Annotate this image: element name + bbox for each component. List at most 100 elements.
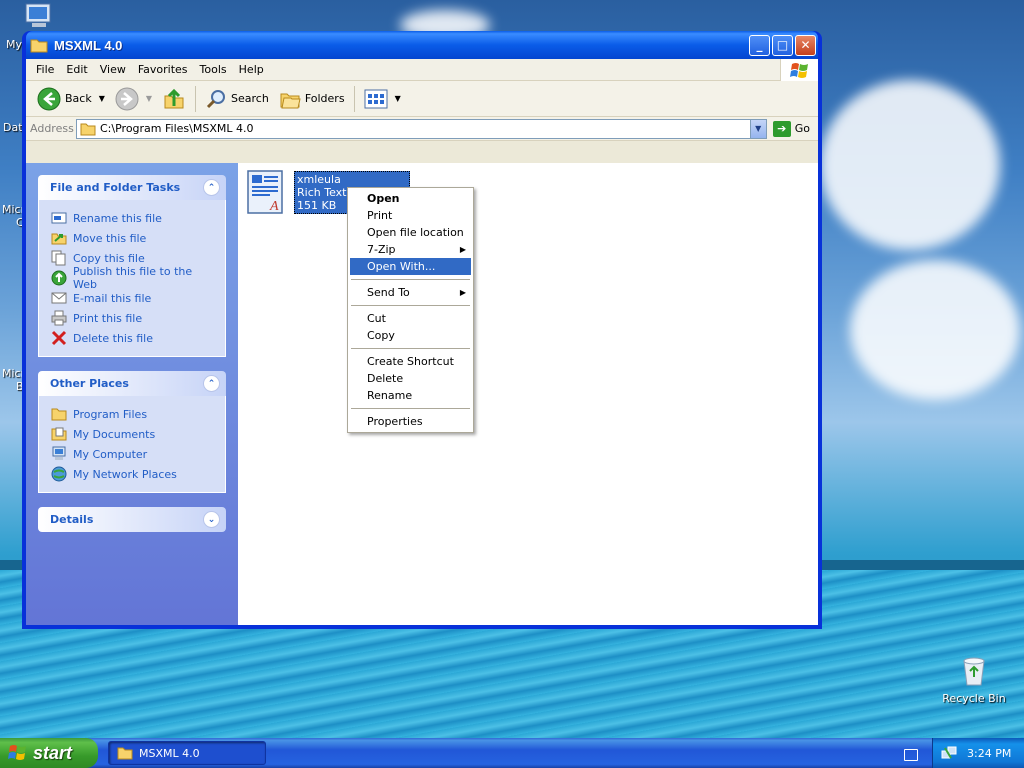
close-icon: ✕ — [800, 38, 811, 52]
forward-button[interactable]: ▼ — [110, 87, 157, 111]
menu-tools[interactable]: Tools — [194, 63, 233, 76]
minimize-button[interactable]: _ — [749, 34, 770, 56]
ctx-send-to[interactable]: Send To ▶ — [350, 284, 471, 301]
ctx-print[interactable]: Print — [350, 207, 471, 224]
address-value: C:\Program Files\MSXML 4.0 — [100, 122, 254, 135]
task-rename-file[interactable]: Rename this file — [51, 208, 215, 228]
folders-button[interactable]: Folders — [274, 88, 350, 110]
other-places-header[interactable]: Other Places ⌃ — [38, 371, 226, 396]
submenu-arrow-icon: ▶ — [459, 245, 466, 254]
move-icon — [51, 233, 67, 245]
place-program-files[interactable]: Program Files — [51, 404, 215, 424]
place-label: My Computer — [73, 447, 148, 461]
keyboard-icon[interactable] — [904, 749, 918, 761]
menu-file[interactable]: File — [30, 63, 60, 76]
recycle-bin-icon — [963, 657, 985, 686]
place-label: Program Files — [73, 407, 148, 421]
search-button[interactable]: Search — [200, 88, 274, 110]
go-button[interactable]: ➔ Go — [767, 120, 818, 137]
address-label: Address — [30, 122, 74, 135]
close-button[interactable]: ✕ — [795, 34, 816, 56]
place-label: My Network Places — [73, 467, 177, 481]
file-folder-tasks-header[interactable]: File and Folder Tasks ⌃ — [38, 175, 226, 200]
ctx-open-with[interactable]: Open With... — [350, 258, 471, 275]
collapse-chevron-icon[interactable]: ⌃ — [203, 179, 220, 196]
ctx-cut[interactable]: Cut — [350, 310, 471, 327]
up-button[interactable] — [157, 87, 191, 111]
network-tray-icon[interactable] — [941, 745, 957, 761]
address-dropdown-button[interactable]: ▼ — [749, 119, 766, 138]
folder-icon — [80, 123, 96, 135]
back-arrow-icon — [37, 87, 61, 110]
details-header[interactable]: Details ⌄ — [38, 507, 226, 532]
recycle-bin-label: Recycle Bin — [942, 692, 1006, 705]
desktop-icon-my-computer[interactable] — [22, 2, 56, 30]
details-panel: Details ⌄ — [38, 507, 226, 532]
desktop-label-1: My — [6, 38, 23, 51]
folder-up-icon — [164, 88, 184, 108]
menu-favorites[interactable]: Favorites — [132, 63, 194, 76]
ctx-properties[interactable]: Properties — [350, 413, 471, 430]
back-dropdown-icon[interactable]: ▼ — [99, 94, 105, 103]
file-folder-tasks-panel: File and Folder Tasks ⌃ Rename this file… — [38, 175, 226, 357]
menu-view[interactable]: View — [94, 63, 132, 76]
task-email-file[interactable]: E-mail this file — [51, 288, 215, 308]
other-places-panel: Other Places ⌃ Program Files My Document… — [38, 371, 226, 493]
maximize-button[interactable]: □ — [772, 34, 793, 56]
file-name: xmleula — [297, 173, 341, 186]
other-places-title: Other Places — [50, 377, 129, 390]
back-button[interactable]: Back ▼ — [32, 87, 110, 111]
address-bar: Address C:\Program Files\MSXML 4.0 ▼ ➔ G… — [26, 117, 818, 141]
place-label: My Documents — [73, 427, 156, 441]
my-documents-icon — [51, 427, 67, 441]
forward-dropdown-icon: ▼ — [145, 94, 153, 103]
place-my-computer[interactable]: My Computer — [51, 444, 215, 464]
task-move-file[interactable]: Move this file — [51, 228, 215, 248]
ctx-copy[interactable]: Copy — [350, 327, 471, 344]
start-button[interactable]: start — [0, 738, 98, 768]
ctx-open[interactable]: Open — [350, 190, 471, 207]
task-label: Move this file — [73, 231, 147, 245]
task-print-file[interactable]: Print this file — [51, 308, 215, 328]
network-places-icon — [51, 466, 67, 482]
search-icon — [206, 89, 226, 108]
print-icon — [51, 310, 67, 326]
desktop-icon-recycle-bin[interactable]: Recycle Bin — [939, 655, 1009, 705]
publish-web-icon — [51, 270, 67, 286]
menu-help[interactable]: Help — [233, 63, 270, 76]
taskbar-item-msxml[interactable]: MSXML 4.0 — [108, 741, 266, 765]
system-tray: 3:24 PM — [932, 738, 1024, 768]
menu-edit[interactable]: Edit — [60, 63, 93, 76]
toolbar-separator — [353, 85, 355, 112]
ctx-rename[interactable]: Rename — [350, 387, 471, 404]
ctx-open-file-location[interactable]: Open file location — [350, 224, 471, 241]
standard-toolbar: Back ▼ ▼ Search Folders ▼ — [26, 81, 818, 117]
task-label: Publish this file to the Web — [73, 265, 193, 291]
forward-arrow-icon — [115, 87, 139, 110]
delete-icon — [51, 330, 67, 346]
task-label: Copy this file — [73, 251, 145, 265]
window-titlebar[interactable]: MSXML 4.0 _ □ ✕ — [26, 31, 818, 59]
ctx-delete[interactable]: Delete — [350, 370, 471, 387]
menu-separator — [351, 279, 470, 280]
collapse-chevron-icon[interactable]: ⌃ — [203, 375, 220, 392]
file-list[interactable]: A xmleula Rich Text Document 151 KB — [238, 163, 818, 625]
views-dropdown-icon[interactable]: ▼ — [395, 94, 401, 103]
ctx-create-shortcut[interactable]: Create Shortcut — [350, 353, 471, 370]
back-label: Back — [65, 92, 92, 105]
file-folder-tasks-body: Rename this file Move this file Copy thi… — [38, 200, 226, 357]
address-input[interactable]: C:\Program Files\MSXML 4.0 ▼ — [76, 118, 767, 139]
expand-chevron-icon[interactable]: ⌄ — [203, 511, 220, 528]
ctx-7zip[interactable]: 7-Zip ▶ — [350, 241, 471, 258]
task-delete-file[interactable]: Delete this file — [51, 328, 215, 348]
views-button[interactable]: ▼ — [359, 89, 406, 109]
taskbar: start MSXML 4.0 3:24 PM — [0, 738, 1024, 768]
chevron-down-icon: ▼ — [755, 124, 762, 133]
place-network-places[interactable]: My Network Places — [51, 464, 215, 484]
clock[interactable]: 3:24 PM — [967, 747, 1011, 760]
maximize-icon: □ — [776, 38, 789, 52]
ctx-send-to-label: Send To — [367, 286, 410, 299]
task-publish-web[interactable]: Publish this file to the Web — [51, 265, 215, 291]
place-my-documents[interactable]: My Documents — [51, 424, 215, 444]
rich-text-document-icon: A — [247, 170, 283, 214]
